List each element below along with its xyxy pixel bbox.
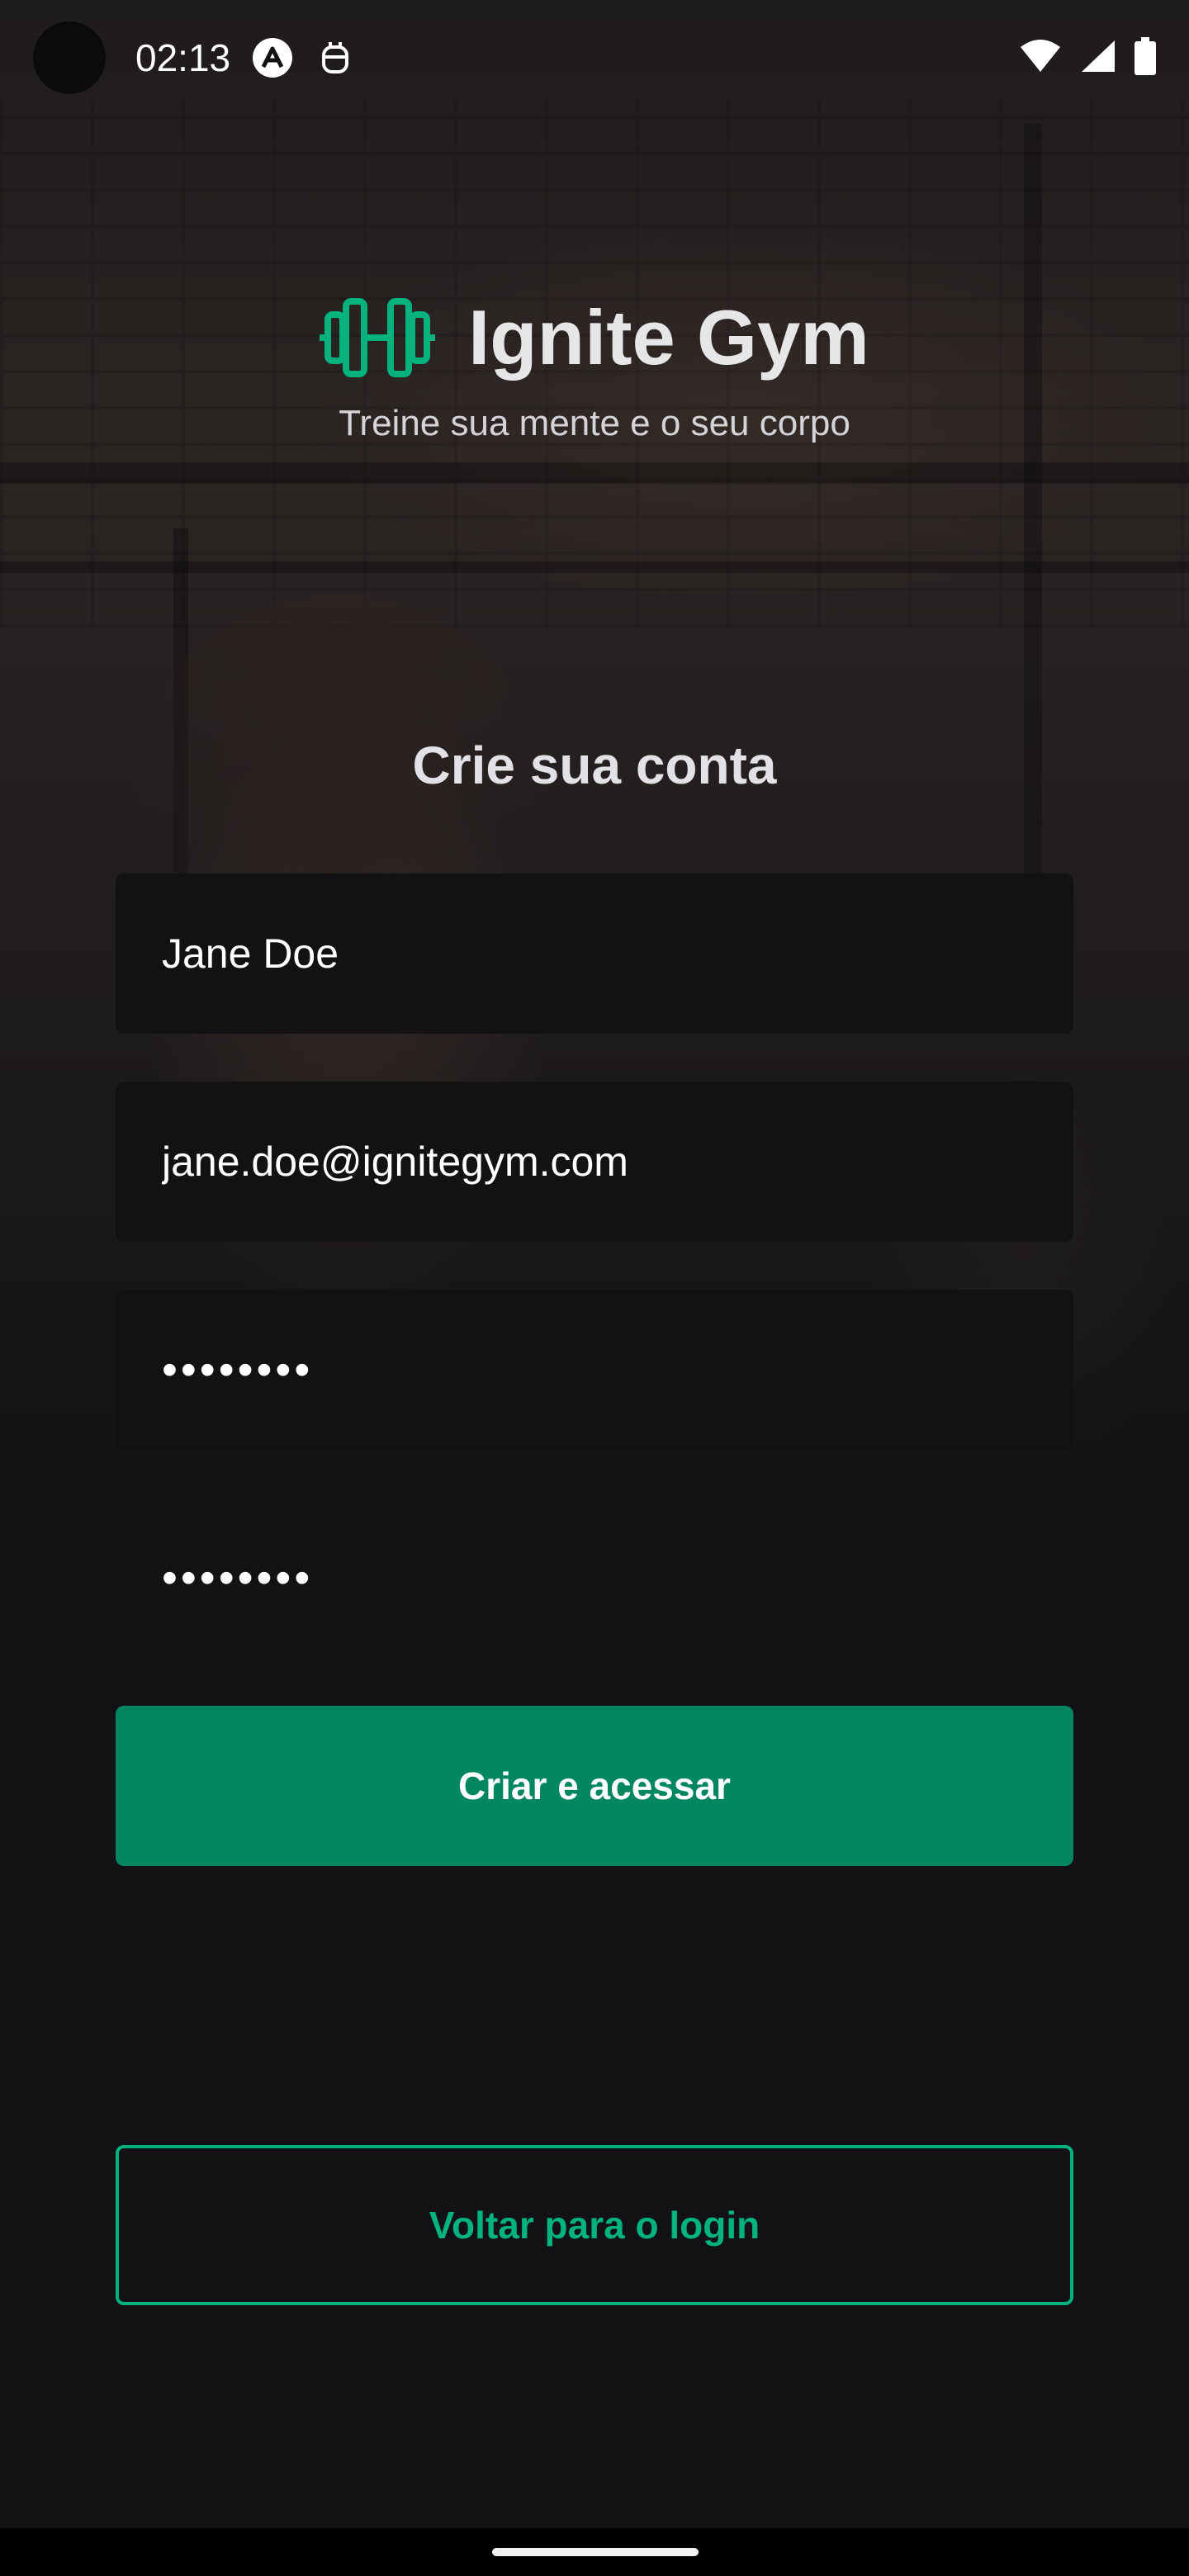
email-input[interactable]	[116, 1082, 1073, 1242]
logo: Ignite Gym	[0, 293, 1189, 382]
signal-icon	[1080, 39, 1116, 78]
robot-notification-icon	[315, 37, 356, 78]
status-bar: 02:13	[0, 0, 1189, 116]
status-time: 02:13	[135, 36, 231, 79]
password-input[interactable]	[116, 1290, 1073, 1450]
form-title: Crie sua conta	[412, 736, 777, 795]
dumbbell-icon	[320, 296, 436, 379]
confirm-password-input[interactable]	[116, 1498, 1073, 1658]
tagline: Treine sua mente e o seu corpo	[339, 403, 850, 443]
create-account-button[interactable]: Criar e acessar	[116, 1706, 1073, 1866]
app-name: Ignite Gym	[468, 294, 869, 381]
wifi-icon	[1019, 39, 1062, 78]
home-indicator[interactable]	[492, 2548, 699, 2556]
name-input[interactable]	[116, 874, 1073, 1034]
app-notification-icon	[252, 37, 293, 78]
sign-up-screen: 02:13 Ignite Gym Treine sua mente e o se…	[0, 0, 1189, 2576]
back-to-login-button[interactable]: Voltar para o login	[116, 2145, 1073, 2305]
battery-icon	[1135, 36, 1156, 79]
front-camera	[33, 21, 106, 94]
